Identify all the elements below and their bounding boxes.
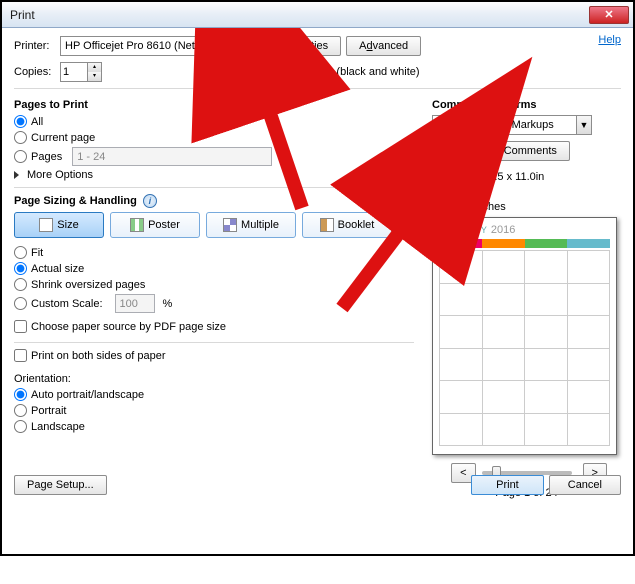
calendar-month: JANUARY	[439, 225, 488, 235]
custom-scale-radio[interactable]: Custom Scale: 100%	[14, 294, 414, 313]
spin-up-icon[interactable]: ▴	[88, 63, 101, 72]
scale-input[interactable]: 100	[115, 294, 155, 313]
copies-spinner[interactable]: ▴▾	[60, 62, 102, 82]
booklet-icon	[320, 218, 334, 232]
orientation-title: Orientation:	[14, 373, 414, 385]
calendar-header	[439, 239, 610, 248]
summarize-comments-button[interactable]: Summarize CommentsSummarize Comments	[432, 141, 570, 161]
orient-auto-radio[interactable]: Auto portrait/landscape	[14, 388, 414, 401]
more-options-toggle[interactable]: More Options	[14, 169, 414, 181]
poster-icon	[130, 218, 144, 232]
printer-selected: HP Officejet Pro 8610 (Network)	[65, 40, 240, 52]
booklet-button[interactable]: Booklet	[302, 212, 392, 238]
copies-input[interactable]	[61, 64, 87, 80]
grayscale-label: Print in grayscale (black and white)	[249, 66, 420, 78]
size-button[interactable]: Size	[14, 212, 104, 238]
page-setup-button[interactable]: Page Setup...	[14, 475, 107, 495]
comments-title: Comments & Forms	[432, 99, 621, 111]
sizing-title: Page Sizing & Handlingi	[14, 194, 414, 208]
pages-current-radio[interactable]: Current page	[14, 131, 414, 144]
calendar-year: 2016	[491, 224, 515, 236]
advanced-button[interactable]: AdvancedAdvanced	[346, 36, 421, 56]
orient-portrait-radio[interactable]: Portrait	[14, 404, 414, 417]
triangle-right-icon	[14, 171, 19, 179]
calendar-grid	[439, 250, 610, 446]
pages-range-radio[interactable]: Pages 1 - 24	[14, 147, 414, 166]
multiple-button[interactable]: Multiple	[206, 212, 296, 238]
pages-to-print-title: Pages to Print	[14, 99, 414, 111]
size-icon	[39, 218, 53, 232]
preview-size-label: 8.5 x 11 Inches	[432, 201, 621, 213]
document-size-label: Document: 8.5 x 11.0in	[432, 171, 621, 183]
cancel-button[interactable]: Cancel	[549, 475, 621, 495]
choose-paper-checkbox[interactable]: Choose paper source by PDF page size	[14, 320, 226, 333]
pages-range-input[interactable]: 1 - 24	[72, 147, 272, 166]
printer-label: Printer:	[14, 40, 60, 52]
printer-select[interactable]: HP Officejet Pro 8610 (Network) ▼	[60, 36, 260, 56]
chevron-down-icon: ▼	[244, 37, 259, 55]
properties-button[interactable]: PPropertiesroperties	[265, 36, 341, 56]
page-preview: JANUARY 2016	[432, 217, 617, 455]
shrink-radio[interactable]: Shrink oversized pages	[14, 278, 414, 291]
grayscale-check[interactable]	[232, 66, 245, 79]
close-button[interactable]: ✕	[589, 6, 629, 24]
info-icon[interactable]: i	[143, 194, 157, 208]
comments-select[interactable]: Document and Markups ▼	[432, 115, 592, 135]
grayscale-checkbox[interactable]: Print in grayscale (black and white)	[232, 66, 420, 79]
titlebar: Print ✕	[2, 2, 633, 28]
chevron-down-icon: ▼	[576, 116, 591, 134]
duplex-checkbox[interactable]: Print on both sides of paper	[14, 349, 166, 362]
spin-down-icon[interactable]: ▾	[88, 72, 101, 81]
copies-label: Copies:	[14, 66, 60, 78]
multiple-icon	[223, 218, 237, 232]
orient-landscape-radio[interactable]: Landscape	[14, 420, 414, 433]
help-link[interactable]: Help	[598, 34, 621, 46]
window-title: Print	[6, 8, 589, 22]
fit-radio[interactable]: Fit	[14, 246, 414, 259]
actual-radio[interactable]: Actual size	[14, 262, 414, 275]
pages-all-radio[interactable]: All	[14, 115, 414, 128]
poster-button[interactable]: Poster	[110, 212, 200, 238]
print-button[interactable]: Print	[471, 475, 544, 495]
